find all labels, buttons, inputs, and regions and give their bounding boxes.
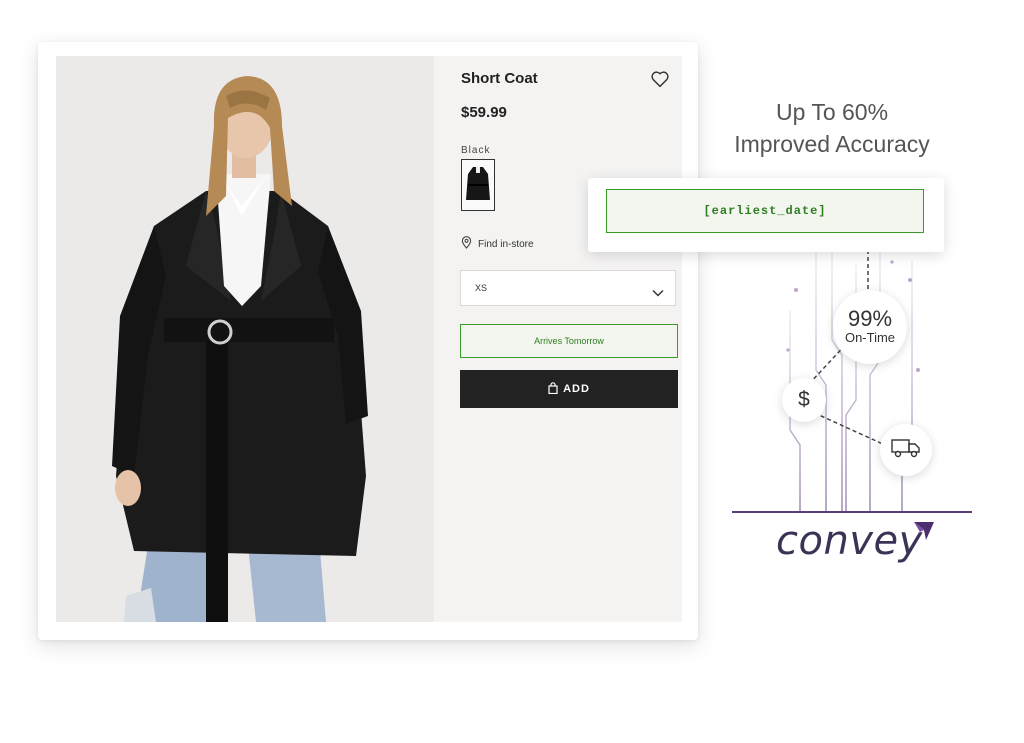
add-button-label: ADD [563,383,590,395]
shopping-bag-icon [548,381,558,397]
find-in-store-label: Find in-store [478,238,534,250]
product-title: Short Coat [461,70,538,87]
product-card: Short Coat $59.99 Black Find in-store XS… [38,42,698,640]
chevron-down-icon [652,284,664,302]
find-in-store-link[interactable]: Find in-store [461,236,534,252]
color-swatch-black[interactable] [461,159,495,211]
delivery-estimate-box: Arrives Tomorrow [460,324,678,358]
dollar-badge: $ [782,378,826,422]
on-time-badge: 99% On-Time [833,290,907,364]
convey-logo: convey [776,518,923,564]
truck-badge [880,424,932,476]
tagline-line-1: Up To 60% [775,99,889,125]
date-popover: [earliest_date] [588,178,944,252]
location-pin-icon [461,236,472,252]
color-label: Black [461,145,491,156]
product-photo [56,56,434,622]
heart-icon[interactable] [649,68,671,90]
promo-tagline: Up To 60% Improved Accuracy [712,96,952,160]
brand-divider [732,511,972,513]
logo-arrow-icon [914,522,934,540]
on-time-label: On-Time [844,330,896,345]
earliest-date-field: [earliest_date] [606,189,924,233]
size-select[interactable]: XS [460,270,676,306]
product-panel: Short Coat $59.99 Black Find in-store XS… [56,56,682,622]
size-selected-value: XS [475,283,488,293]
circuit-graphic [783,250,921,512]
truck-icon [891,438,921,463]
dollar-symbol: $ [798,388,810,411]
add-to-bag-button[interactable]: ADD [460,370,678,408]
tagline-line-2: Improved Accuracy [734,131,930,157]
product-price: $59.99 [461,104,507,121]
on-time-percent: 99% [847,306,893,331]
